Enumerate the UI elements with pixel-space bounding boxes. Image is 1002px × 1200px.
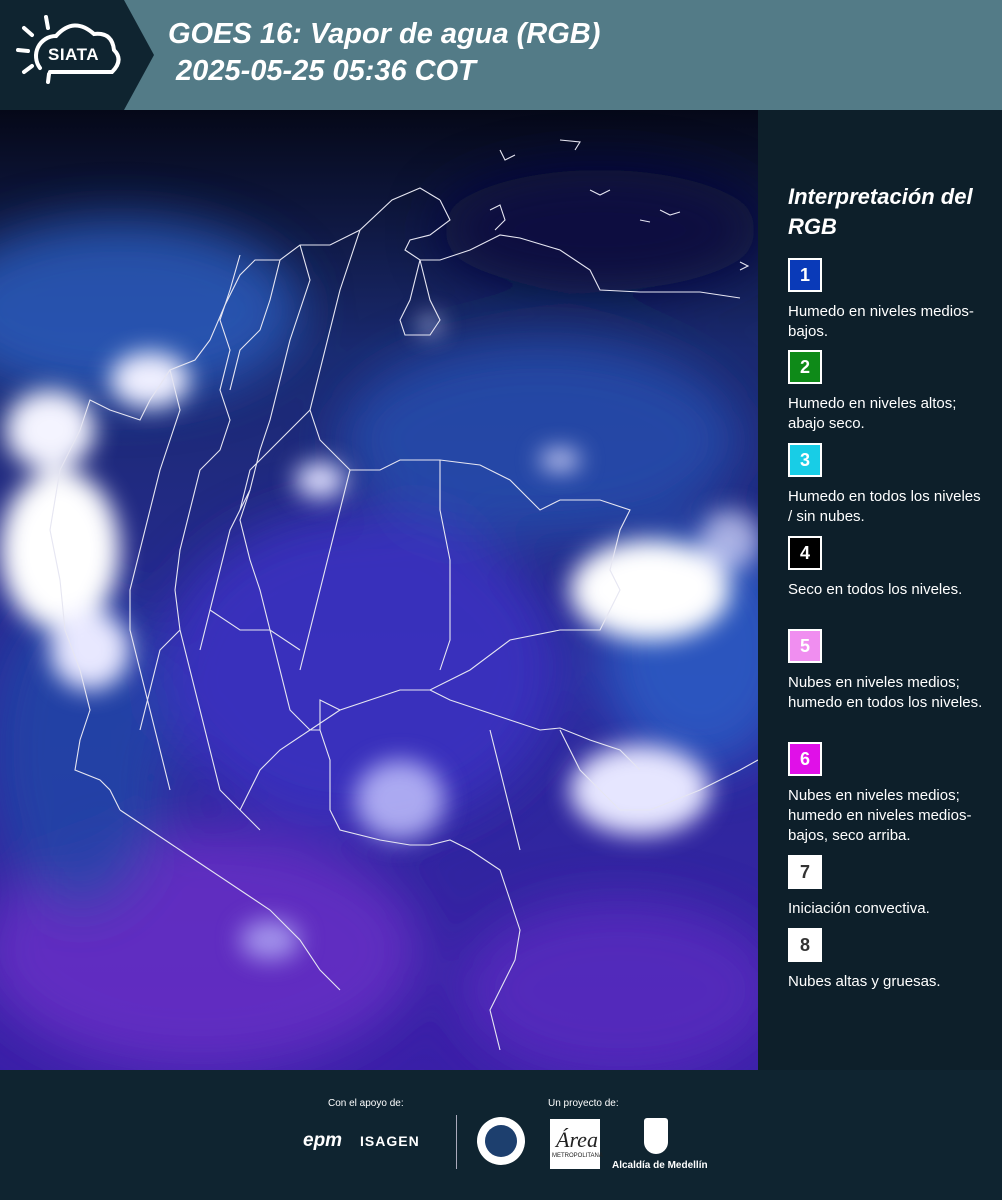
epm-logo[interactable]: epm: [303, 1130, 342, 1152]
legend-description: Humedo en todos los niveles / sin nubes.: [788, 488, 981, 525]
legend-swatch: 1: [788, 258, 822, 292]
satellite-map[interactable]: [0, 110, 758, 1070]
legend-item: 4 Seco en todos los niveles.: [788, 536, 988, 600]
legend-title: Interpretación del RGB: [788, 184, 973, 239]
legend-panel: Interpretación del RGB 1 Humedo en nivele…: [760, 110, 1002, 1070]
page-title: GOES 16: Vapor de agua (RGB) 2025-05-25 …: [168, 16, 600, 90]
legend-swatch: 8: [788, 928, 822, 962]
legend-item: 2 Humedo en niveles altos; abajo seco.: [788, 350, 988, 434]
seal-emblem-icon: [485, 1125, 517, 1157]
legend-description: Nubes en niveles medios; humedo en todos…: [788, 674, 983, 711]
alcaldia-logo-text: Alcaldía de Medellín: [612, 1160, 708, 1171]
legend-description: Nubes en niveles medios; humedo en nivel…: [788, 787, 972, 844]
project-label: Un proyecto de:: [548, 1098, 619, 1109]
legend-description: Iniciación convectiva.: [788, 900, 930, 917]
title-timestamp: 2025-05-25 05:36 COT: [168, 55, 476, 87]
support-label: Con el apoyo de:: [328, 1098, 404, 1109]
title-product: GOES 16: Vapor de agua (RGB): [168, 18, 601, 50]
legend-swatch: 7: [788, 855, 822, 889]
legend-description: Humedo en niveles altos; abajo seco.: [788, 395, 957, 432]
legend-item: 8 Nubes altas y gruesas.: [788, 928, 988, 992]
legend-item: 3 Humedo en todos los niveles / sin nubes…: [788, 443, 988, 527]
siata-logo[interactable]: SIATA: [0, 0, 154, 110]
satellite-image: [0, 110, 758, 1070]
legend-item: 5 Nubes en niveles medios; humedo en todo…: [788, 629, 988, 713]
legend-swatch: 5: [788, 629, 822, 663]
area-logo-text: Área: [556, 1127, 598, 1152]
isagen-logo[interactable]: ISAGEN: [360, 1133, 420, 1149]
legend-item: 6 Nubes en niveles medios; humedo en nive…: [788, 742, 988, 846]
antioquia-seal-logo[interactable]: [477, 1117, 525, 1165]
legend-description: Humedo en niveles medios-bajos.: [788, 303, 974, 340]
legend-item: 1 Humedo en niveles medios-bajos.: [788, 258, 988, 342]
legend-swatch: 3: [788, 443, 822, 477]
legend-description: Seco en todos los niveles.: [788, 581, 963, 598]
legend-swatch: 4: [788, 536, 822, 570]
footer: Con el apoyo de: Un proyecto de: epm ISA…: [0, 1070, 1002, 1200]
area-logo-subtext: METROPOLITANA: [552, 1153, 603, 1159]
footer-divider: [456, 1115, 457, 1169]
alcaldia-shield-icon[interactable]: [644, 1118, 668, 1154]
legend-description: Nubes altas y gruesas.: [788, 973, 941, 990]
legend-swatch: 6: [788, 742, 822, 776]
legend-item: 7 Iniciación convectiva.: [788, 855, 988, 919]
logo-text: SIATA: [48, 45, 99, 64]
area-metropolitana-logo[interactable]: Área METROPOLITANA: [550, 1119, 603, 1169]
header: SIATA GOES 16: Vapor de agua (RGB) 2025-…: [0, 0, 1002, 110]
legend-swatch: 2: [788, 350, 822, 384]
